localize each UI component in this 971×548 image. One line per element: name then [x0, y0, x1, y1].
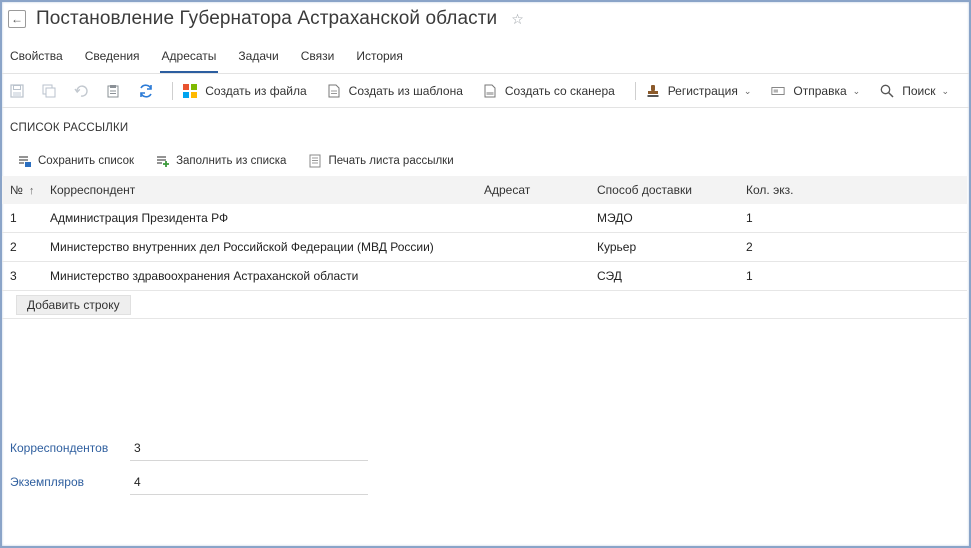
print-list-label: Печать листа рассылки — [328, 155, 454, 167]
table-row[interactable]: 2 Министерство внутренних дел Российской… — [2, 233, 967, 262]
sending-dropdown[interactable]: Отправка ⌄ — [771, 84, 860, 98]
page-title: Постановление Губернатора Астраханской о… — [36, 8, 498, 29]
save-icon[interactable] — [10, 83, 24, 99]
create-from-template-label: Создать из шаблона — [348, 84, 463, 98]
distribution-table: № ↑ Корреспондент Адресат Способ доставки… — [2, 176, 967, 291]
chevron-down-icon: ⌄ — [941, 85, 949, 96]
search-dropdown[interactable]: Поиск ⌄ — [880, 84, 949, 98]
fill-list-icon — [156, 154, 170, 168]
tabs-divider — [2, 73, 969, 74]
toolbar: Создать из файла Создать из шаблона Созд… — [2, 77, 969, 105]
copies-label: Экземпляров — [10, 475, 85, 489]
create-from-template-button[interactable]: Создать из шаблона — [327, 84, 463, 98]
chevron-down-icon: ⌄ — [852, 85, 861, 96]
tab-addressees[interactable]: Адресаты — [159, 47, 219, 73]
column-num-label: № — [10, 183, 23, 197]
search-icon — [880, 84, 894, 98]
create-from-scanner-label: Создать со сканера — [504, 84, 615, 98]
row-delivery: СЭД — [597, 269, 622, 283]
correspondents-label: Корреспондентов — [10, 441, 109, 455]
print-list-button[interactable]: Печать листа рассылки — [308, 154, 454, 168]
row-num: 3 — [10, 269, 17, 283]
row-delivery: МЭДО — [597, 211, 633, 225]
tab-tasks[interactable]: Задачи — [238, 47, 278, 73]
toolbar-divider — [2, 107, 969, 108]
tab-details[interactable]: Сведения — [85, 47, 140, 73]
create-from-file-label: Создать из файла — [205, 84, 307, 98]
sort-up-icon: ↑ — [28, 185, 35, 197]
scanner-icon — [483, 84, 497, 98]
table-row[interactable]: 1 Администрация Президента РФ МЭДО 1 — [2, 204, 967, 233]
fill-from-list-label: Заполнить из списка — [176, 155, 287, 167]
search-label: Поиск — [902, 84, 936, 98]
save-list-label: Сохранить список — [38, 155, 135, 167]
tab-properties[interactable]: Свойства — [10, 47, 63, 73]
stamp-icon — [646, 84, 660, 98]
row-num: 1 — [10, 211, 17, 225]
title-row: ← Постановление Губернатора Астраханской… — [8, 6, 524, 32]
row-correspondent: Министерство внутренних дел Российской Ф… — [50, 240, 434, 254]
arrow-left-icon: ← — [11, 12, 23, 26]
chevron-down-icon: ⌄ — [743, 85, 752, 96]
row-copies: 1 — [746, 211, 753, 225]
tab-bar: Свойства Сведения Адресаты Задачи Связи … — [10, 47, 425, 73]
row-num: 2 — [10, 240, 17, 254]
add-row-button[interactable]: Добавить строку — [16, 295, 131, 315]
field-underline — [130, 460, 368, 461]
clipboard-icon[interactable] — [106, 83, 120, 99]
send-icon — [771, 84, 785, 98]
column-header-copies[interactable]: Кол. экз. — [746, 183, 967, 197]
back-button[interactable]: ← — [8, 10, 26, 28]
office-icon — [183, 84, 198, 98]
row-correspondent: Министерство здравоохранения Астраханско… — [50, 269, 359, 283]
column-header-num[interactable]: № ↑ — [2, 183, 50, 197]
document-icon — [327, 84, 341, 98]
row-delivery: Курьер — [597, 240, 637, 254]
table-row[interactable]: 3 Министерство здравоохранения Астраханс… — [2, 262, 967, 291]
create-from-file-button[interactable]: Создать из файла — [183, 84, 307, 98]
undo-icon[interactable] — [74, 83, 88, 99]
add-row-area: Добавить строку — [2, 292, 967, 319]
refresh-icon[interactable] — [138, 83, 154, 99]
create-from-scanner-button[interactable]: Создать со сканера — [483, 84, 615, 98]
registration-dropdown[interactable]: Регистрация ⌄ — [646, 84, 752, 98]
row-correspondent: Администрация Президента РФ — [50, 211, 229, 225]
fill-from-list-button[interactable]: Заполнить из списка — [156, 154, 286, 168]
correspondents-value: 3 — [134, 441, 141, 455]
print-document-icon — [308, 154, 322, 168]
save-copy-icon[interactable] — [42, 83, 56, 99]
field-underline — [130, 494, 368, 495]
column-header-addressee[interactable]: Адресат — [484, 183, 597, 197]
column-header-delivery[interactable]: Способ доставки — [597, 183, 746, 197]
row-copies: 2 — [746, 240, 753, 254]
tab-history[interactable]: История — [356, 47, 403, 73]
table-header: № ↑ Корреспондент Адресат Способ доставки… — [2, 176, 967, 204]
sending-label: Отправка — [793, 84, 847, 98]
section-title: СПИСОК РАССЫЛКИ — [10, 122, 129, 134]
copies-value: 4 — [134, 475, 141, 489]
star-icon[interactable]: ☆ — [511, 11, 524, 28]
save-list-icon — [18, 154, 32, 168]
toolbar-separator — [634, 82, 636, 100]
row-copies: 1 — [746, 269, 753, 283]
registration-label: Регистрация — [667, 84, 738, 98]
column-header-correspondent[interactable]: Корреспондент — [50, 183, 484, 197]
toolbar-separator — [172, 82, 174, 100]
list-toolbar: Сохранить список Заполнить из списка Печ… — [18, 152, 476, 170]
save-list-button[interactable]: Сохранить список — [18, 154, 134, 168]
tab-links[interactable]: Связи — [301, 47, 335, 73]
